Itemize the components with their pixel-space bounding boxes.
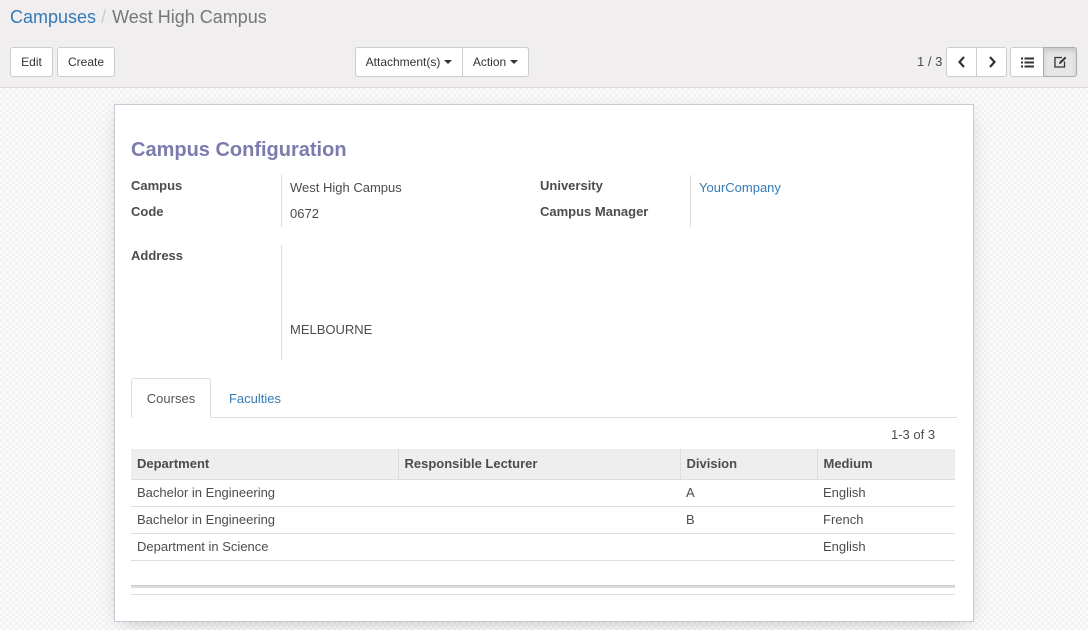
campus-label: Campus [131,178,183,193]
tab-courses[interactable]: Courses [131,378,211,418]
form-sheet: Campus Configuration Campus West High Ca… [114,104,974,622]
attachments-label: Attachment(s) [365,55,441,69]
university-link[interactable]: YourCompany [699,180,781,195]
campus-manager-label: Campus Manager [540,204,649,219]
tab-faculties[interactable]: Faculties [215,378,295,418]
list-icon [1020,57,1034,67]
action-dropdown[interactable]: Action [462,47,529,77]
cell-responsible-lecturer [398,479,680,507]
campus-value: West High Campus [290,180,402,195]
cell-division: B [680,506,817,534]
edit-icon [1053,56,1066,68]
chevron-right-icon [988,56,996,68]
cell-medium: English [817,479,955,507]
cell-department: Department in Science [131,533,398,561]
action-label: Action [472,55,507,69]
breadcrumb-campuses-link[interactable]: Campuses [10,7,96,27]
cell-division [680,533,817,561]
pager-next-button[interactable] [976,47,1007,77]
address-city-value: MELBOURNE [290,322,373,337]
field-divider [690,175,691,227]
cell-division: A [680,479,817,507]
breadcrumb-separator: / [101,7,107,27]
form-title: Campus Configuration [131,139,347,161]
list-pager[interactable]: 1-3 of 3 [891,427,935,442]
caret-down-icon [510,60,519,64]
caret-down-icon [444,60,453,64]
column-header-responsible-lecturer[interactable]: Responsible Lecturer [398,449,681,480]
university-label: University [540,178,603,193]
pager-value[interactable]: 1 / 3 [917,54,942,69]
cell-responsible-lecturer [398,506,680,534]
courses-table: Department Responsible Lecturer Division… [131,449,955,561]
create-button[interactable]: Create [57,47,115,77]
edit-button[interactable]: Edit [10,47,53,77]
table-footer [131,585,955,588]
cell-medium: French [817,506,955,534]
table-row[interactable]: Department in Science English [131,533,955,561]
cell-medium: English [817,533,955,561]
table-footer-divider [131,594,955,595]
column-header-department[interactable]: Department [131,449,399,480]
attachments-dropdown[interactable]: Attachment(s) [355,47,463,77]
chevron-left-icon [957,56,965,68]
breadcrumb: Campuses / West High Campus [10,7,267,28]
code-label: Code [131,204,164,219]
list-view-button[interactable] [1010,47,1044,77]
code-value: 0672 [290,206,319,221]
column-header-division[interactable]: Division [680,449,818,480]
control-panel: Campuses / West High Campus Edit Create At… [0,0,1088,88]
form-view-button[interactable] [1043,47,1077,77]
cell-department: Bachelor in Engineering [131,479,398,507]
table-row[interactable]: Bachelor in Engineering A English [131,479,955,507]
cell-department: Bachelor in Engineering [131,506,398,534]
table-row[interactable]: Bachelor in Engineering B French [131,506,955,534]
table-header-row: Department Responsible Lecturer Division… [131,449,955,480]
cell-responsible-lecturer [398,533,680,561]
field-divider [281,175,282,227]
address-label: Address [131,248,184,263]
field-divider [281,245,282,360]
pager-previous-button[interactable] [946,47,977,77]
column-header-medium[interactable]: Medium [817,449,955,480]
breadcrumb-current: West High Campus [112,7,267,27]
